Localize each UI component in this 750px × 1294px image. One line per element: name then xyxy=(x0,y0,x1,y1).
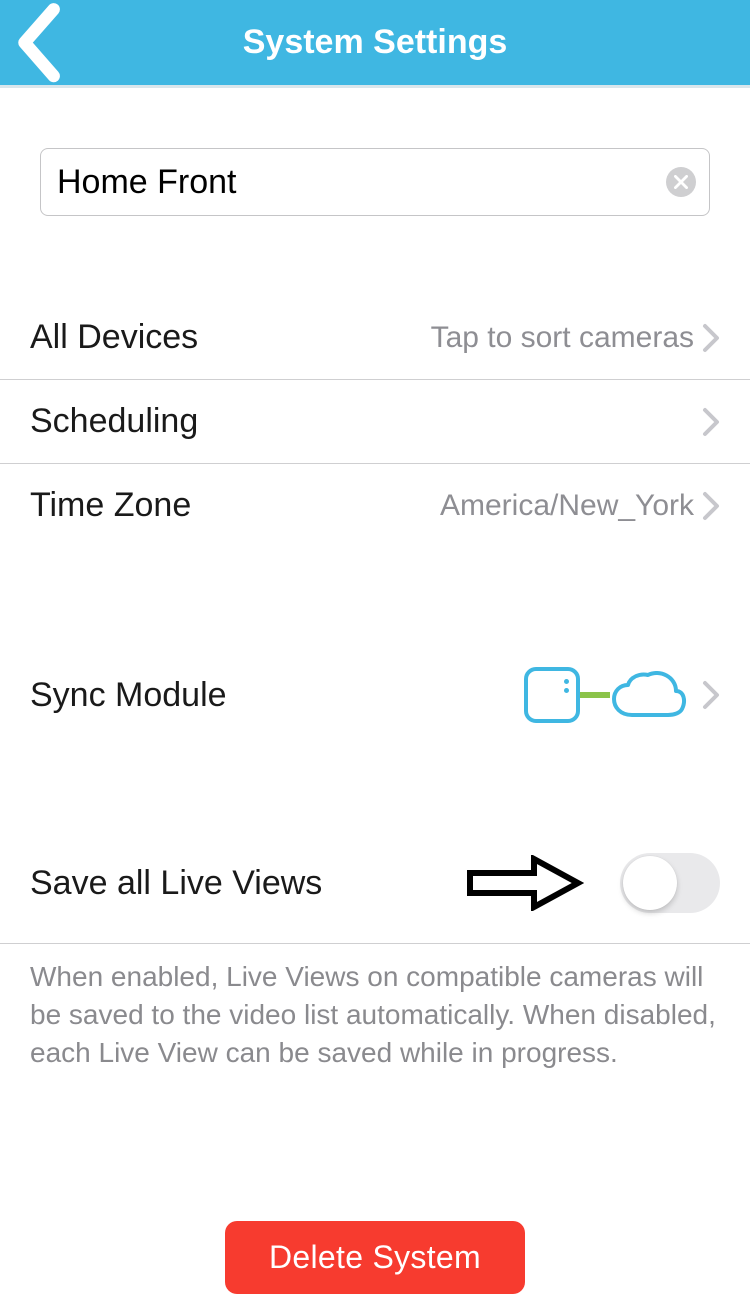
row-label-all-devices: All Devices xyxy=(30,318,198,357)
row-sync-module[interactable]: Sync Module xyxy=(0,627,750,763)
app-header: System Settings xyxy=(0,0,750,88)
row-save-live-views: Save all Live Views xyxy=(0,823,750,944)
row-label-scheduling: Scheduling xyxy=(30,402,198,441)
row-value-time-zone: America/New_York xyxy=(440,489,694,523)
system-name-field-wrap xyxy=(40,148,710,216)
system-name-input[interactable] xyxy=(40,148,710,216)
back-button[interactable] xyxy=(12,18,62,68)
row-all-devices[interactable]: All Devices Tap to sort cameras xyxy=(0,296,750,380)
chevron-right-icon xyxy=(702,680,720,710)
close-icon xyxy=(674,175,688,189)
save-live-views-help: When enabled, Live Views on compatible c… xyxy=(0,944,750,1071)
connection-line-icon xyxy=(580,692,610,698)
row-scheduling[interactable]: Scheduling xyxy=(0,380,750,464)
chevron-right-icon xyxy=(702,407,720,437)
row-time-zone[interactable]: Time Zone America/New_York xyxy=(0,464,750,547)
sync-module-status-icon xyxy=(524,667,688,723)
pointer-arrow-icon xyxy=(464,855,584,911)
row-label-sync-module: Sync Module xyxy=(30,676,227,715)
toggle-knob xyxy=(623,856,677,910)
row-hint-all-devices: Tap to sort cameras xyxy=(431,321,694,355)
clear-input-button[interactable] xyxy=(666,167,696,197)
chevron-left-icon xyxy=(12,1,62,84)
row-label-save-live-views: Save all Live Views xyxy=(30,864,322,903)
chevron-right-icon xyxy=(702,491,720,521)
module-icon xyxy=(524,667,580,723)
page-title: System Settings xyxy=(0,23,750,62)
cloud-icon xyxy=(610,671,688,719)
chevron-right-icon xyxy=(702,323,720,353)
save-live-views-toggle[interactable] xyxy=(620,853,720,913)
delete-system-button[interactable]: Delete System xyxy=(225,1221,525,1294)
row-label-time-zone: Time Zone xyxy=(30,486,191,525)
